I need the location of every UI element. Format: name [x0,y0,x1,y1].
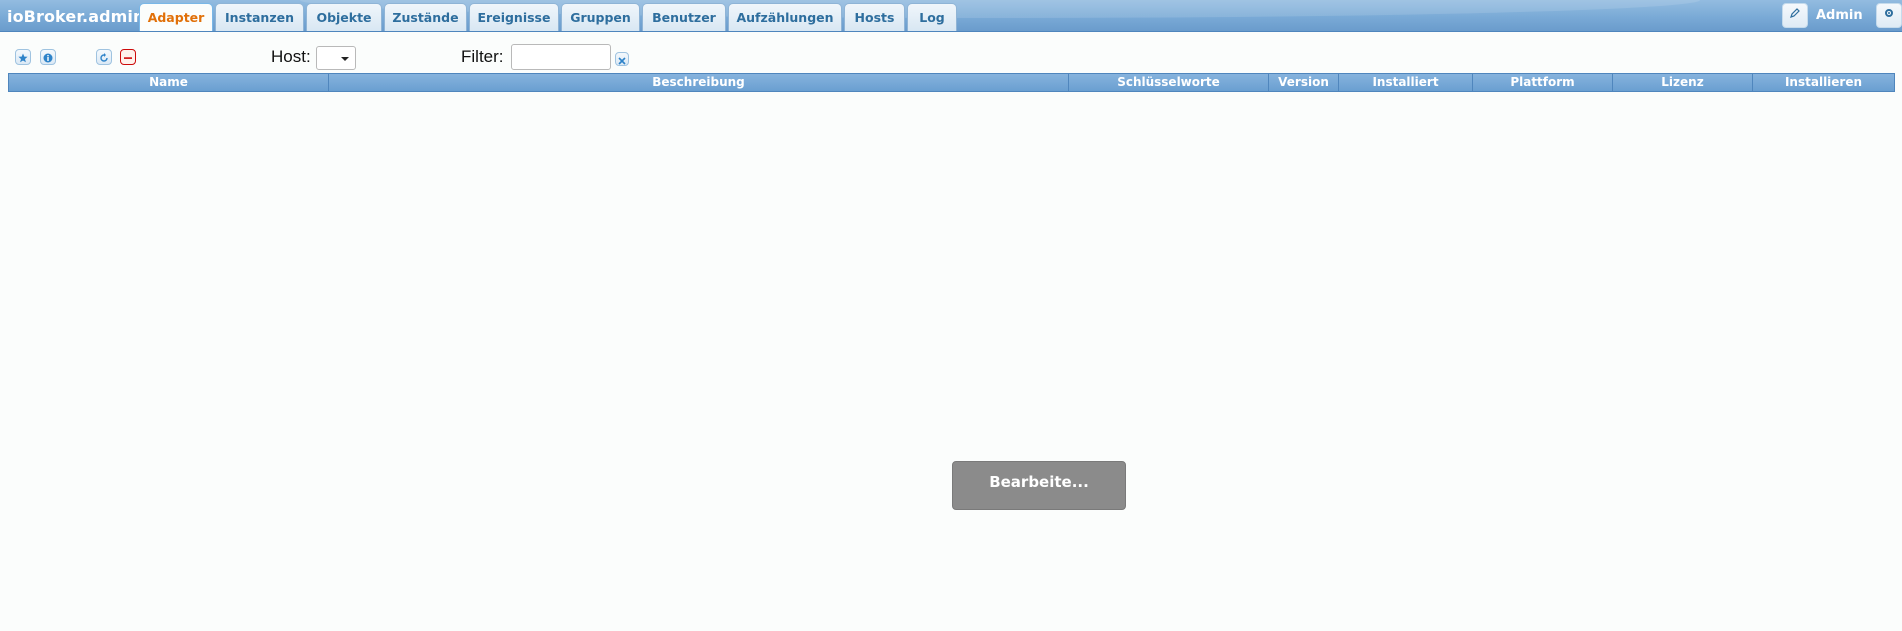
edit-button[interactable] [1782,3,1808,28]
app-title: ioBroker.admin [7,7,145,26]
user-name[interactable]: Admin [1816,8,1863,23]
filter-input[interactable] [511,44,611,70]
info-icon [43,48,53,67]
host-select[interactable] [316,46,356,70]
column-header-name[interactable]: Name [9,74,329,91]
adapter-toolbar: Host: Filter: [0,44,1902,72]
tab-objekte[interactable]: Objekte [306,3,382,31]
info-button[interactable] [40,49,56,65]
column-header-description[interactable]: Beschreibung [329,74,1069,91]
pencil-icon [1789,8,1801,22]
adapter-table-header: Name Beschreibung Schlüsselworte Version… [8,73,1895,92]
tab-ereignisse[interactable]: Ereignisse [469,3,559,31]
gear-icon [1883,8,1895,22]
tab-benutzer[interactable]: Benutzer [642,3,726,31]
tab-adapter[interactable]: Adapter [139,3,213,31]
minus-icon [123,48,133,67]
adapter-page: ioBroker.admin Adapter Instanzen Objekte… [0,0,1902,631]
clear-filter-button[interactable] [615,52,629,66]
tab-instanzen[interactable]: Instanzen [215,3,304,31]
filter-label: Filter: [461,47,504,66]
close-icon [618,50,626,69]
refresh-icon [99,48,109,67]
tab-gruppen[interactable]: Gruppen [561,3,640,31]
column-header-install[interactable]: Installieren [1753,74,1894,91]
user-area: Admin [1782,3,1902,29]
column-header-version[interactable]: Version [1269,74,1339,91]
column-header-platform[interactable]: Plattform [1473,74,1613,91]
tab-aufzaehlungen[interactable]: Aufzählungen [728,3,842,31]
column-header-license[interactable]: Lizenz [1613,74,1753,91]
star-icon [18,48,28,67]
column-header-installed[interactable]: Installiert [1339,74,1473,91]
star-button[interactable] [15,49,31,65]
loading-indicator: Bearbeite... [952,461,1126,510]
tab-log[interactable]: Log [907,3,957,31]
column-header-keywords[interactable]: Schlüsselworte [1069,74,1269,91]
header-bar: ioBroker.admin Adapter Instanzen Objekte… [0,0,1902,32]
collapse-button[interactable] [120,49,136,65]
tab-hosts[interactable]: Hosts [844,3,905,31]
settings-button[interactable] [1876,3,1902,28]
host-label: Host: [271,47,311,66]
tab-zustaende[interactable]: Zustände [384,3,467,31]
chevron-down-icon [341,57,349,61]
refresh-button[interactable] [96,49,112,65]
